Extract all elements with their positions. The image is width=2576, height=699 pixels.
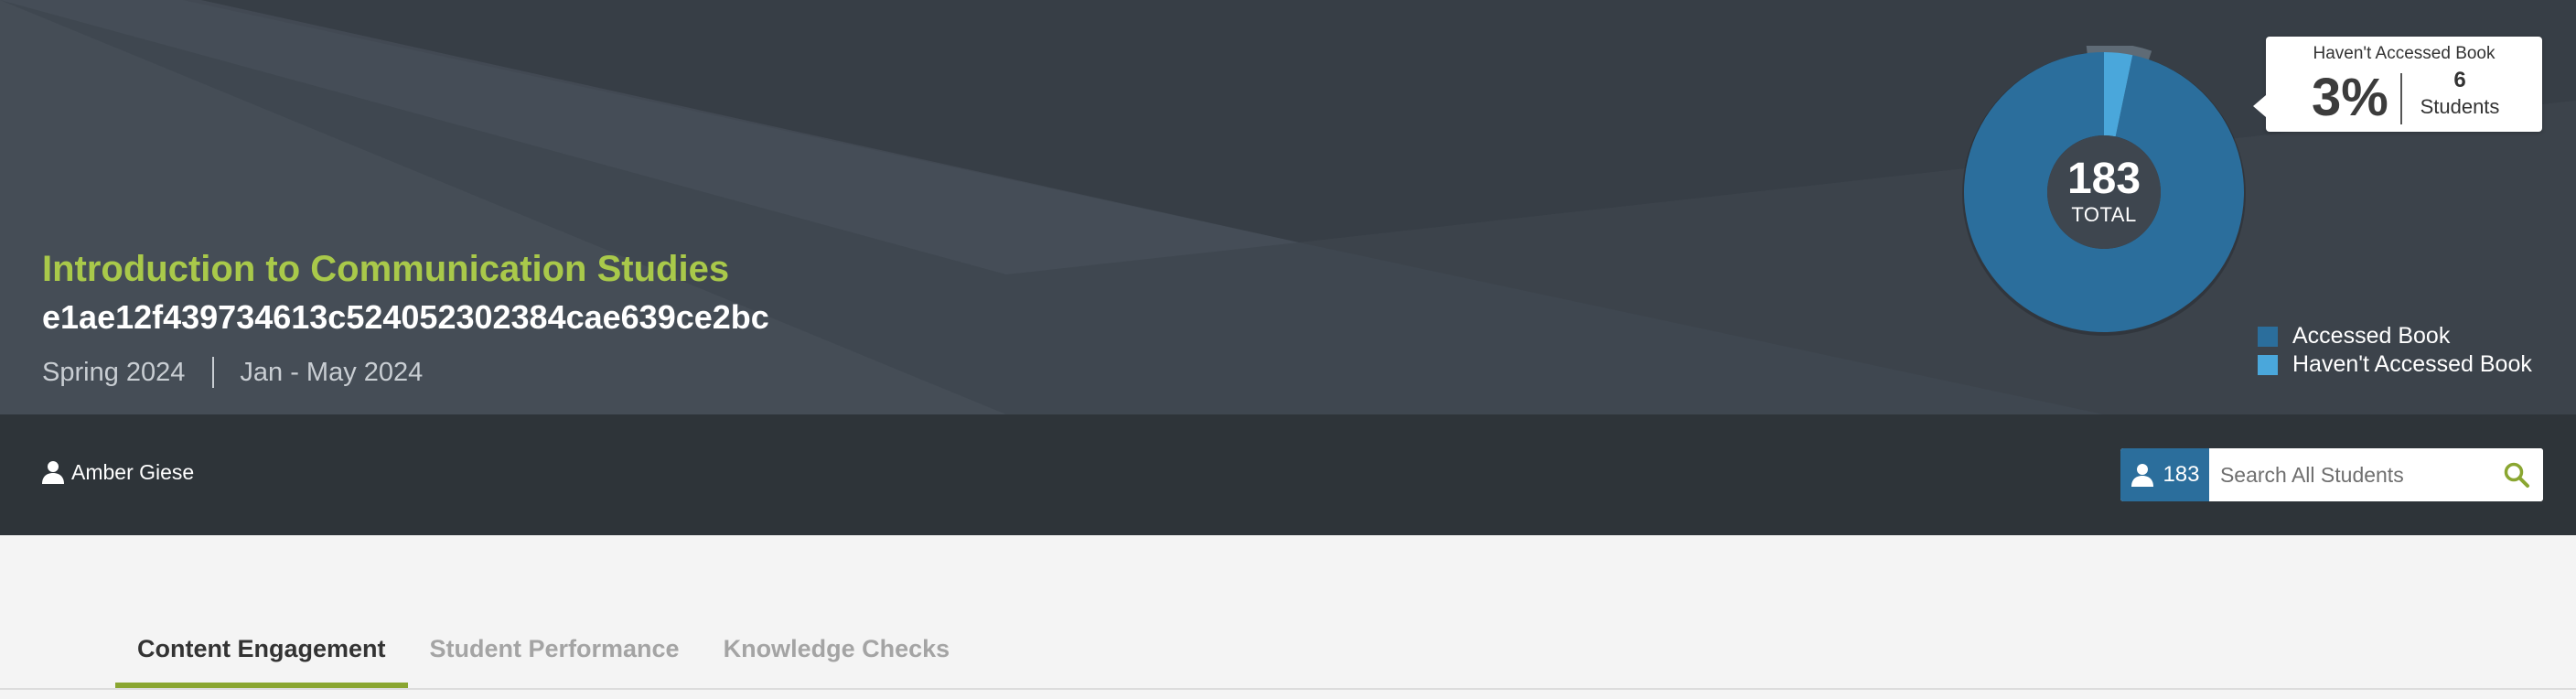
tab-content-engagement[interactable]: Content Engagement — [115, 622, 408, 688]
tooltip-title: Haven't Accessed Book — [2313, 44, 2496, 63]
person-icon — [2131, 464, 2154, 487]
search-button[interactable] — [2490, 448, 2543, 501]
student-count-badge: 183 — [2120, 448, 2209, 501]
term-dates: Jan - May 2024 — [240, 357, 424, 387]
legend-item-not-accessed[interactable]: Haven't Accessed Book — [2258, 350, 2532, 379]
tabs-divider — [0, 688, 2576, 690]
chart-legend: Accessed Book Haven't Accessed Book — [2258, 322, 2532, 379]
course-code: e1ae12f439734613c524052302384cae639ce2bc — [42, 298, 769, 336]
legend-label: Accessed Book — [2292, 323, 2451, 349]
student-search: 183 — [2120, 448, 2543, 501]
student-count: 183 — [2163, 462, 2200, 487]
search-icon — [2505, 462, 2530, 488]
tab-student-performance[interactable]: Student Performance — [408, 622, 702, 688]
tooltip-unit: Students — [2420, 95, 2500, 118]
donut-total-value: 183 — [2066, 155, 2141, 203]
person-icon — [42, 461, 64, 484]
chart-tooltip: Haven't Accessed Book 3% 6 Students — [2253, 37, 2542, 132]
report-tabs: Content Engagement Student Performance K… — [115, 622, 971, 688]
course-header: Introduction to Communication Studies e1… — [0, 0, 2576, 414]
legend-swatch — [2258, 326, 2278, 347]
tooltip-percent: 3% — [2312, 68, 2388, 127]
search-input[interactable] — [2208, 448, 2491, 501]
legend-item-accessed[interactable]: Accessed Book — [2258, 322, 2532, 350]
tooltip-divider — [2400, 73, 2402, 124]
donut-center: 183 TOTAL — [2040, 156, 2168, 227]
legend-swatch — [2258, 354, 2278, 375]
donut-total-label: TOTAL — [2071, 203, 2137, 226]
tab-knowledge-checks[interactable]: Knowledge Checks — [702, 622, 972, 688]
tooltip-count: 6 — [2453, 68, 2466, 92]
legend-label: Haven't Accessed Book — [2292, 351, 2532, 377]
term-divider — [212, 357, 215, 388]
instructor-name: Amber Giese — [71, 459, 195, 484]
course-title: Introduction to Communication Studies — [42, 249, 730, 289]
term-label: Spring 2024 — [42, 357, 186, 387]
instructor: Amber Giese — [40, 459, 194, 485]
term-info: Spring 2024 Jan - May 2024 — [42, 357, 423, 388]
